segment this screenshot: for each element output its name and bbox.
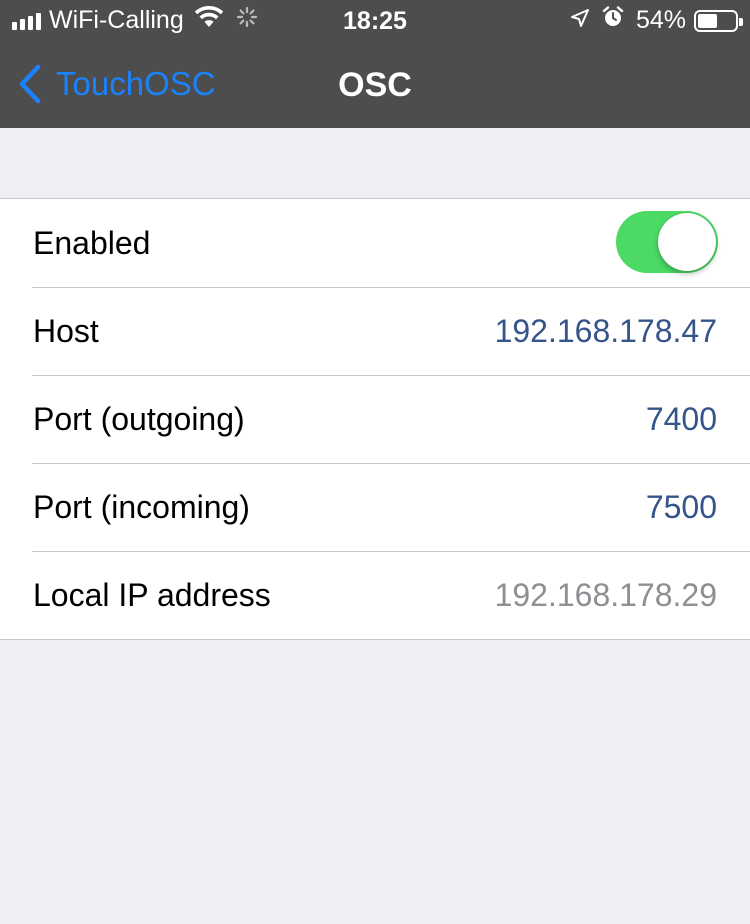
port-incoming-row[interactable]: Port (incoming) 7500 bbox=[0, 463, 750, 551]
enabled-toggle[interactable] bbox=[616, 211, 718, 273]
host-label: Host bbox=[33, 312, 99, 349]
status-bar-right: 54% bbox=[570, 6, 743, 35]
local-ip-value: 192.168.178.29 bbox=[494, 576, 717, 613]
battery-icon bbox=[694, 9, 743, 32]
port-incoming-label: Port (incoming) bbox=[33, 488, 250, 525]
battery-fill bbox=[698, 13, 717, 28]
port-outgoing-row[interactable]: Port (outgoing) 7400 bbox=[0, 375, 750, 463]
alarm-icon bbox=[602, 6, 624, 35]
status-bar: WiFi-Calling 18:25 54% bbox=[0, 0, 750, 42]
host-value[interactable]: 192.168.178.47 bbox=[495, 313, 717, 350]
local-ip-row: Local IP address 192.168.178.29 bbox=[0, 551, 750, 639]
host-row[interactable]: Host 192.168.178.47 bbox=[0, 287, 750, 375]
toggle-knob bbox=[658, 213, 716, 271]
battery-cap bbox=[739, 17, 743, 26]
port-incoming-value[interactable]: 7500 bbox=[646, 489, 717, 526]
enabled-row: Enabled bbox=[0, 199, 750, 287]
navigation-bar: TouchOSC OSC bbox=[0, 42, 750, 128]
location-icon bbox=[570, 6, 590, 35]
osc-settings-screen: WiFi-Calling 18:25 54% TouchOSC OSC Enab… bbox=[0, 0, 750, 924]
battery-percent: 54% bbox=[635, 6, 686, 34]
page-title: OSC bbox=[338, 66, 412, 104]
settings-table: Enabled Host 192.168.178.47 Port (outgoi… bbox=[0, 198, 750, 640]
local-ip-label: Local IP address bbox=[33, 576, 271, 613]
port-outgoing-value[interactable]: 7400 bbox=[646, 401, 717, 438]
enabled-label: Enabled bbox=[33, 224, 151, 261]
port-outgoing-label: Port (outgoing) bbox=[33, 400, 245, 437]
